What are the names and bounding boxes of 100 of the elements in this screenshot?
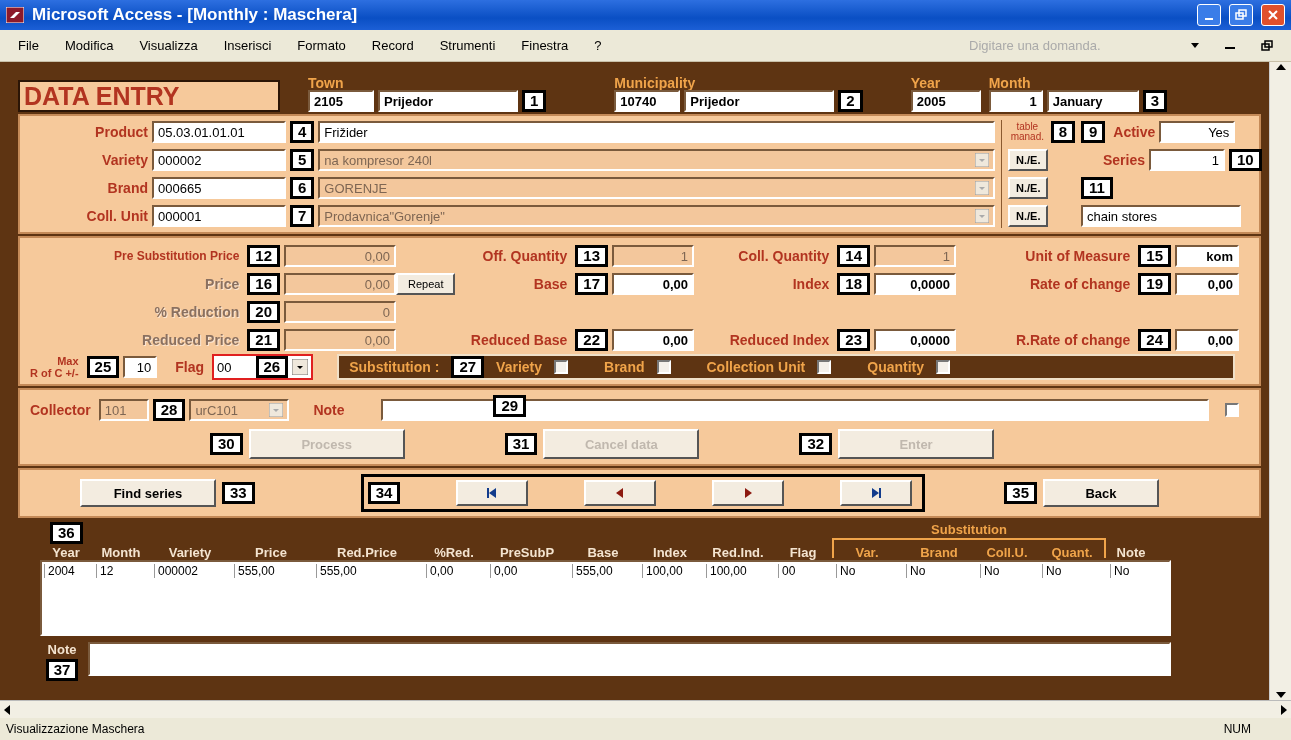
scroll-left-arrow-icon[interactable] bbox=[4, 704, 10, 715]
menu-item[interactable]: Record bbox=[371, 38, 414, 53]
table-cell: 100,00 bbox=[642, 564, 706, 578]
callout-number: 19 bbox=[1138, 273, 1171, 295]
field-label: Flag bbox=[175, 359, 205, 375]
text-field[interactable]: Prijedor bbox=[684, 90, 835, 112]
text-field[interactable]: 0,0000 bbox=[874, 273, 956, 295]
callout-number: 26 bbox=[255, 356, 289, 378]
form-title: DATA ENTRY bbox=[18, 80, 280, 112]
back-button[interactable]: Back bbox=[1043, 479, 1159, 507]
text-field[interactable]: 1 bbox=[988, 90, 1043, 112]
text-field[interactable]: 0,00 bbox=[1175, 273, 1239, 295]
text-field[interactable]: 05.03.01.01.01 bbox=[152, 121, 286, 143]
text-field[interactable]: 0,00 bbox=[612, 329, 694, 351]
restore-button[interactable] bbox=[1229, 4, 1253, 26]
text-field[interactable]: 0,00 bbox=[612, 273, 694, 295]
table-cell: 00 bbox=[778, 564, 836, 578]
previous-record-button[interactable] bbox=[584, 480, 657, 506]
text-field[interactable]: 2005 bbox=[910, 90, 981, 112]
text-field[interactable]: 10740 bbox=[614, 90, 681, 112]
checkbox[interactable] bbox=[1225, 403, 1239, 417]
text-field[interactable]: 1 bbox=[1149, 149, 1225, 171]
horizontal-scrollbar[interactable] bbox=[0, 700, 1291, 718]
callout-number: 14 bbox=[837, 245, 870, 267]
callout-number: 12 bbox=[247, 245, 280, 267]
checkbox-label: Brand bbox=[604, 359, 645, 375]
checkbox-label: Collection Unit bbox=[706, 359, 806, 375]
find-series-button[interactable]: Find series bbox=[80, 479, 216, 507]
field-label: Max bbox=[56, 355, 79, 367]
text-field[interactable]: Frižider bbox=[318, 121, 995, 143]
close-icon bbox=[1267, 9, 1279, 21]
menu-item[interactable]: Inserisci bbox=[223, 38, 272, 53]
field-label: Pre Substitution Price bbox=[113, 249, 240, 263]
scroll-right-arrow-icon[interactable] bbox=[1281, 704, 1287, 715]
callout-number: 16 bbox=[247, 273, 280, 295]
text-field[interactable]: Prijedor bbox=[378, 90, 518, 112]
vertical-scrollbar[interactable] bbox=[1269, 62, 1291, 700]
field-label: Rate of change bbox=[1029, 276, 1131, 292]
minimize-button[interactable] bbox=[1197, 4, 1221, 26]
scroll-down-arrow-icon[interactable] bbox=[1275, 692, 1286, 698]
field-label: Variety bbox=[101, 152, 148, 168]
text-field[interactable]: chain stores bbox=[1081, 205, 1241, 227]
text-field[interactable]: 0,00 bbox=[1175, 329, 1239, 351]
callout-number: 33 bbox=[222, 482, 255, 504]
callout-number: 20 bbox=[247, 301, 280, 323]
column-header: %Red. bbox=[433, 545, 475, 560]
table-cell: 000002 bbox=[154, 564, 234, 578]
field-label: Active bbox=[1112, 124, 1156, 140]
menu-item[interactable]: Formato bbox=[297, 38, 346, 53]
minimize-icon bbox=[1205, 18, 1213, 20]
checkbox[interactable] bbox=[817, 360, 832, 374]
text-field[interactable]: 10 bbox=[123, 356, 158, 378]
combo-box[interactable]: 00 26 bbox=[212, 354, 314, 380]
last-record-button[interactable] bbox=[840, 480, 913, 506]
scroll-up-arrow-icon[interactable] bbox=[1275, 64, 1286, 70]
table-cell: 555,00 bbox=[316, 564, 426, 578]
next-record-button[interactable] bbox=[712, 480, 785, 506]
table-cell: No bbox=[836, 564, 906, 578]
repeat-button[interactable]: Repeat bbox=[396, 273, 456, 295]
text-field[interactable]: January bbox=[1046, 90, 1139, 112]
column-header: Note bbox=[1115, 545, 1147, 560]
note-field[interactable] bbox=[88, 642, 1171, 676]
column-header: Quant. bbox=[1050, 545, 1094, 560]
column-header: Brand bbox=[919, 545, 959, 560]
checkbox-label: Quantity bbox=[867, 359, 925, 375]
table-cell: 0,00 bbox=[490, 564, 572, 578]
callout-number: 10 bbox=[1229, 149, 1262, 171]
text-field[interactable]: 2105 bbox=[308, 90, 374, 112]
menu-item[interactable]: File bbox=[18, 38, 39, 53]
checkbox[interactable] bbox=[554, 360, 569, 374]
column-header: Flag bbox=[788, 545, 818, 560]
field-label: Coll. Unit bbox=[85, 208, 148, 224]
field-label: Base bbox=[533, 276, 568, 292]
callout-number: 23 bbox=[837, 329, 870, 351]
callout-number: 29 bbox=[493, 395, 527, 417]
callout-number: 5 bbox=[290, 149, 315, 171]
field-label: Price bbox=[205, 276, 240, 292]
menu-item[interactable]: ? bbox=[594, 38, 602, 53]
field-label: Month bbox=[988, 76, 1032, 90]
callout-number: 8 bbox=[1050, 121, 1075, 143]
menu-item[interactable]: Finestra bbox=[521, 38, 569, 53]
column-header: Month bbox=[100, 545, 142, 560]
text-field[interactable]: Yes bbox=[1159, 121, 1236, 143]
checkbox[interactable] bbox=[656, 360, 671, 374]
menu-item[interactable]: Strumenti bbox=[439, 38, 496, 53]
menu-item[interactable]: Visualizza bbox=[139, 38, 198, 53]
text-field[interactable]: kom bbox=[1175, 245, 1239, 267]
field-label: Reduced Base bbox=[470, 332, 568, 348]
close-button[interactable] bbox=[1261, 4, 1285, 26]
restore-icon[interactable] bbox=[1261, 39, 1273, 52]
checkbox[interactable] bbox=[936, 360, 951, 374]
table-cell: 100,00 bbox=[706, 564, 778, 578]
menu-item[interactable]: Modifica bbox=[64, 38, 114, 53]
text-field[interactable]: 0,0000 bbox=[874, 329, 956, 351]
field-label: R.Rate of change bbox=[1015, 332, 1131, 348]
field-label: Product bbox=[94, 124, 148, 140]
field-label: Substitution : bbox=[349, 359, 440, 375]
callout-number: 2 bbox=[838, 90, 863, 112]
first-record-button[interactable] bbox=[456, 480, 529, 506]
dropdown-arrow-icon[interactable] bbox=[1191, 42, 1199, 49]
